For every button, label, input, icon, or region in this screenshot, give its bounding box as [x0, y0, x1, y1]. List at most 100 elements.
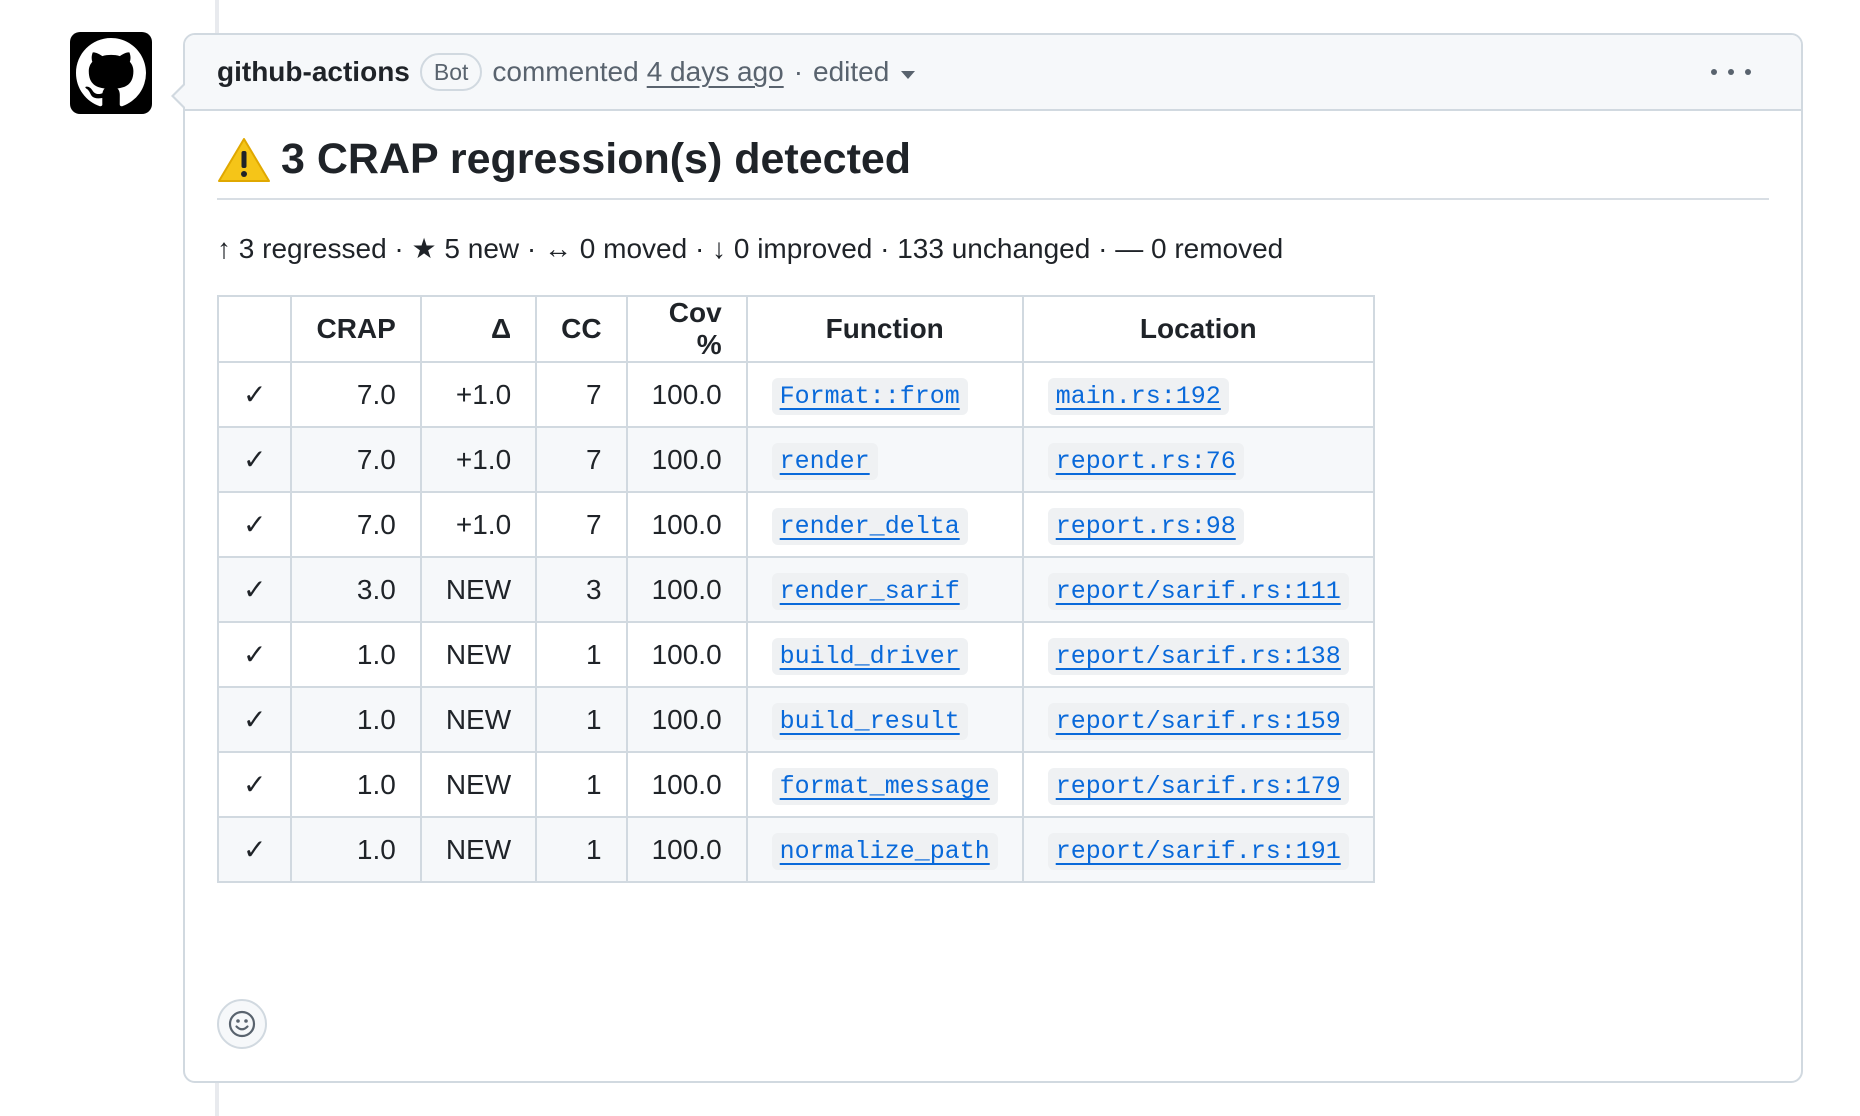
function-link[interactable]: Format::from — [771, 378, 968, 415]
location-cell: main.rs:192 — [1021, 361, 1375, 428]
status-check: ✓ — [216, 361, 293, 428]
function-cell: render_delta — [745, 491, 1024, 558]
crap-value: 7.0 — [290, 361, 422, 428]
function-link[interactable]: build_result — [771, 703, 968, 740]
status-check: ✓ — [216, 621, 293, 688]
coverage-value: 100.0 — [625, 426, 748, 493]
delta-value: NEW — [419, 556, 538, 623]
function-cell: normalize_path — [745, 816, 1024, 883]
location-cell: report/sarif.rs:138 — [1021, 621, 1375, 688]
comment-box: github-actions Bot commented 4 days ago … — [171, 33, 1803, 1083]
kebab-dot — [1711, 69, 1717, 75]
author-link[interactable]: github-actions — [217, 56, 410, 88]
function-cell: render — [745, 426, 1024, 493]
location-link[interactable]: report/sarif.rs:111 — [1047, 573, 1349, 610]
timestamp-link[interactable]: 4 days ago — [647, 56, 784, 88]
column-header-location: Location — [1021, 295, 1375, 363]
crap-value: 1.0 — [290, 686, 422, 753]
column-header-function: Function — [745, 295, 1024, 363]
coverage-value: 100.0 — [625, 556, 748, 623]
table-row: ✓ 7.0 +1.0 7 100.0 render report.rs:76 — [216, 426, 1375, 493]
delta-value: +1.0 — [419, 426, 538, 493]
location-link[interactable]: main.rs:192 — [1047, 378, 1229, 415]
location-link[interactable]: report/sarif.rs:159 — [1047, 703, 1349, 740]
location-cell: report/sarif.rs:111 — [1021, 556, 1375, 623]
function-link[interactable]: render — [771, 443, 878, 480]
column-header-coverage: Cov % — [625, 295, 748, 363]
delta-value: NEW — [419, 686, 538, 753]
status-check: ✓ — [216, 816, 293, 883]
cc-value: 1 — [535, 621, 628, 688]
table-row: ✓ 1.0 NEW 1 100.0 normalize_path report/… — [216, 816, 1375, 883]
table-row: ✓ 3.0 NEW 3 100.0 render_sarif report/sa… — [216, 556, 1375, 623]
table-row: ✓ 1.0 NEW 1 100.0 build_driver report/sa… — [216, 621, 1375, 688]
coverage-value: 100.0 — [625, 816, 748, 883]
chevron-down-icon[interactable] — [901, 71, 916, 79]
kebab-icon[interactable] — [1711, 57, 1751, 87]
delta-value: NEW — [419, 751, 538, 818]
location-cell: report/sarif.rs:159 — [1021, 686, 1375, 753]
function-cell: build_driver — [745, 621, 1024, 688]
location-link[interactable]: report.rs:98 — [1047, 508, 1244, 545]
function-cell: format_message — [745, 751, 1024, 818]
coverage-value: 100.0 — [625, 751, 748, 818]
cc-value: 1 — [535, 816, 628, 883]
location-link[interactable]: report/sarif.rs:179 — [1047, 768, 1349, 805]
coverage-value: 100.0 — [625, 621, 748, 688]
add-reaction-button[interactable] — [217, 999, 267, 1049]
location-link[interactable]: report.rs:76 — [1047, 443, 1244, 480]
crap-value: 7.0 — [290, 491, 422, 558]
report-title-text: 3 CRAP regression(s) detected — [281, 135, 912, 183]
table-header-row: CRAP Δ CC Cov % Function Location — [216, 295, 1375, 363]
header-separator: · — [793, 56, 804, 87]
location-link[interactable]: report/sarif.rs:191 — [1047, 833, 1349, 870]
coverage-value: 100.0 — [625, 491, 748, 558]
function-link[interactable]: normalize_path — [771, 833, 998, 870]
delta-value: NEW — [419, 621, 538, 688]
report-title: 3 CRAP regression(s) detected — [217, 135, 1769, 200]
function-cell: render_sarif — [745, 556, 1024, 623]
status-check: ✓ — [216, 426, 293, 493]
github-octocat-icon — [76, 38, 146, 107]
edited-label[interactable]: edited — [813, 56, 889, 88]
report-summary: ↑ 3 regressed · ★ 5 new · ↔ 0 moved · ↓ … — [217, 233, 1284, 264]
cc-value: 1 — [535, 751, 628, 818]
location-cell: report.rs:76 — [1021, 426, 1375, 493]
comment-action: commented — [492, 56, 639, 87]
kebab-dot — [1745, 69, 1751, 75]
crap-value: 1.0 — [290, 621, 422, 688]
column-header-crap: CRAP — [290, 295, 422, 363]
status-check: ✓ — [216, 686, 293, 753]
table-row: ✓ 1.0 NEW 1 100.0 format_message report/… — [216, 751, 1375, 818]
location-cell: report/sarif.rs:191 — [1021, 816, 1375, 883]
crap-value: 1.0 — [290, 816, 422, 883]
function-link[interactable]: format_message — [771, 768, 998, 805]
function-link[interactable]: render_delta — [771, 508, 968, 545]
column-header-status — [216, 295, 293, 363]
status-check: ✓ — [216, 751, 293, 818]
column-header-cc: CC — [535, 295, 628, 363]
status-check: ✓ — [216, 556, 293, 623]
coverage-value: 100.0 — [625, 686, 748, 753]
comment-caret-inner — [174, 85, 185, 107]
cc-value: 3 — [535, 556, 628, 623]
delta-value: NEW — [419, 816, 538, 883]
kebab-dot — [1728, 69, 1734, 75]
function-cell: Format::from — [745, 361, 1024, 428]
function-link[interactable]: render_sarif — [771, 573, 968, 610]
smiley-icon — [228, 1010, 256, 1038]
function-link[interactable]: build_driver — [771, 638, 968, 675]
status-check: ✓ — [216, 491, 293, 558]
crap-value: 1.0 — [290, 751, 422, 818]
location-link[interactable]: report/sarif.rs:138 — [1047, 638, 1349, 675]
location-cell: report/sarif.rs:179 — [1021, 751, 1375, 818]
crap-value: 3.0 — [290, 556, 422, 623]
comment-header: github-actions Bot commented 4 days ago … — [185, 35, 1801, 111]
comment-body: 3 CRAP regression(s) detected ↑ 3 regres… — [185, 111, 1801, 883]
avatar[interactable] — [70, 32, 152, 114]
table-row: ✓ 1.0 NEW 1 100.0 build_result report/sa… — [216, 686, 1375, 753]
bot-badge: Bot — [419, 53, 483, 91]
cc-value: 7 — [535, 491, 628, 558]
warning-icon — [218, 137, 270, 182]
delta-value: +1.0 — [419, 491, 538, 558]
